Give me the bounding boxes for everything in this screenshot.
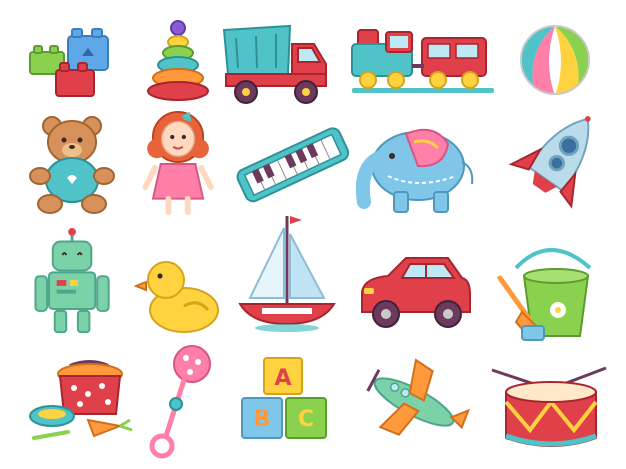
toy-kitchen-pot-icon — [22, 352, 140, 460]
toy-drum-icon — [488, 360, 612, 460]
block-letter-a: A — [274, 366, 291, 391]
block-letter-b: B — [254, 407, 271, 432]
toy-elephant-icon — [348, 114, 488, 222]
baby-rattle-icon — [148, 342, 218, 460]
beach-ball-icon — [505, 12, 615, 120]
sand-bucket-icon — [494, 242, 604, 346]
doll-icon — [132, 110, 227, 218]
dump-truck-icon — [216, 12, 340, 120]
toy-piano-icon — [232, 118, 352, 226]
toy-car-icon — [352, 250, 476, 340]
toys-illustration: A B C — [0, 0, 626, 469]
toy-rocket-icon — [505, 106, 613, 214]
toy-airplane-icon — [356, 352, 472, 452]
block-letter-c: C — [298, 407, 314, 432]
teddy-bear-icon — [20, 112, 140, 220]
rubber-duck-icon — [134, 244, 224, 352]
toy-robot-icon — [24, 228, 124, 336]
toy-sailboat-icon — [232, 212, 342, 340]
abc-blocks-icon: A B C — [236, 352, 334, 456]
toy-train-icon — [348, 18, 498, 126]
